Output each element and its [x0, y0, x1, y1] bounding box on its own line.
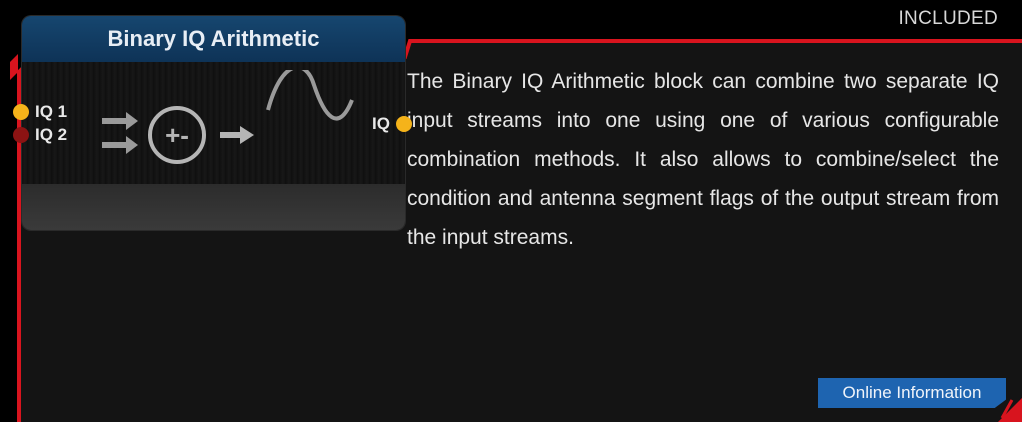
port-label: IQ 2	[35, 125, 68, 144]
block-title: Binary IQ Arithmetic	[22, 16, 405, 62]
input-port-iq2[interactable]: IQ 2	[13, 125, 67, 145]
port-dot-icon	[13, 127, 29, 143]
port-dot-icon	[13, 104, 29, 120]
sine-wave-icon	[266, 70, 354, 121]
port-label: IQ	[372, 114, 390, 133]
block-footer	[22, 184, 405, 230]
block-icon-group: +-	[102, 70, 354, 164]
status-badge: INCLUDED	[898, 8, 998, 29]
double-arrow-icon	[102, 112, 138, 154]
input-port-iq1[interactable]: IQ 1	[13, 102, 67, 122]
output-port-iq[interactable]: IQ	[372, 114, 412, 134]
description-text: The Binary IQ Arithmetic block can combi…	[407, 70, 999, 249]
port-dot-icon	[395, 116, 412, 132]
arrow-right-icon	[220, 126, 254, 144]
operator-symbol: +-	[165, 120, 189, 150]
plus-minus-circle-icon: +-	[148, 106, 206, 164]
online-information-button[interactable]: Online Information	[818, 378, 1006, 408]
block-preview: Binary IQ Arithmetic +-	[22, 16, 405, 230]
port-label: IQ 1	[35, 102, 68, 121]
